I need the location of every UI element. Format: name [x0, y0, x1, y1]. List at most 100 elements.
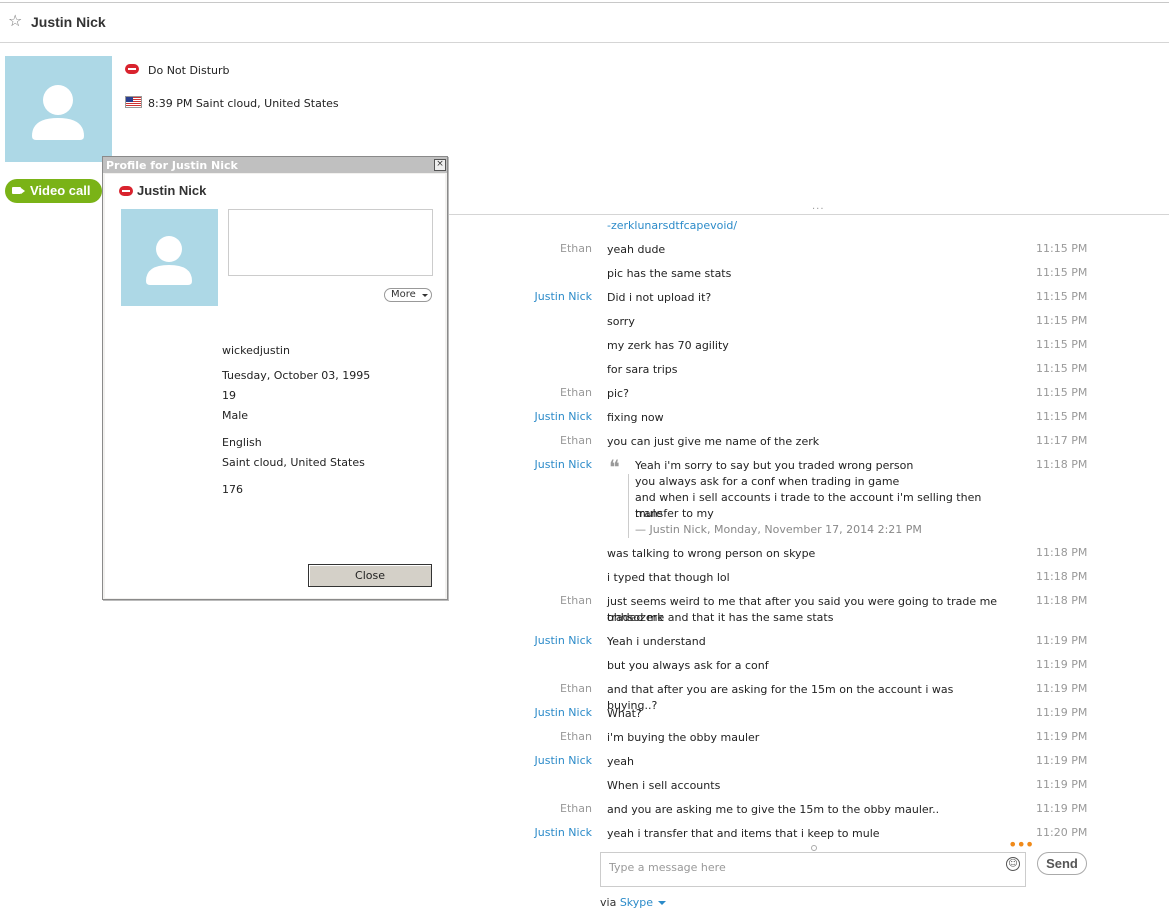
message-time: 11:19 PM [1036, 658, 1088, 671]
message-time: 11:18 PM [1036, 546, 1088, 559]
message-time: 11:20 PM [1036, 826, 1088, 839]
message-sender[interactable]: Justin Nick [535, 754, 593, 767]
contact-local-time: 8:39 PM Saint cloud, United States [148, 97, 339, 110]
profile-birthday: Tuesday, October 03, 1995 [222, 369, 371, 382]
default-avatar-icon [32, 85, 84, 140]
message-sender[interactable]: Justin Nick [535, 706, 593, 719]
message-time: 11:15 PM [1036, 410, 1088, 423]
message-text: traded me and that it has the same stats [607, 611, 834, 624]
message-time: 11:17 PM [1036, 434, 1088, 447]
message-sender[interactable]: Ethan [560, 242, 592, 255]
us-flag-icon [125, 96, 142, 108]
message-text: and you are asking me to give the 15m to… [607, 803, 940, 816]
message-text: you can just give me name of the zerk [607, 435, 820, 448]
profile-avatar [121, 209, 218, 306]
chevron-down-icon[interactable] [658, 901, 667, 905]
message-text: yeah dude [607, 243, 666, 256]
chat-message-row: Justin Nick yeah 11:19 PM [0, 754, 1169, 770]
message-time: 11:19 PM [1036, 706, 1088, 719]
quote-attribution: — Justin Nick, Monday, November 17, 2014… [635, 523, 922, 536]
message-sender[interactable]: Ethan [560, 386, 592, 399]
message-text: When i sell accounts [607, 779, 721, 792]
message-text[interactable]: -zerklunarsdtfcapevoid/ [607, 218, 1007, 234]
message-time: 11:15 PM [1036, 266, 1088, 279]
message-text: but you always ask for a conf [607, 659, 769, 672]
send-button[interactable]: Send [1037, 852, 1087, 875]
contact-avatar[interactable] [5, 56, 112, 162]
message-time: 11:18 PM [1036, 570, 1088, 583]
message-text: Did i not upload it? [607, 291, 712, 304]
message-text: yeah [607, 755, 634, 768]
mood-message-box [228, 209, 433, 276]
message-sender[interactable]: Ethan [560, 802, 592, 815]
default-avatar-icon [146, 236, 192, 285]
dialog-titlebar[interactable]: Profile for Justin Nick × [103, 157, 447, 173]
typing-indicator-icon: ••• [1008, 835, 1034, 854]
do-not-disturb-icon [125, 64, 139, 74]
contact-status: Do Not Disturb [148, 64, 230, 77]
quote-line: you always ask for a conf when trading i… [635, 475, 900, 488]
message-time: 11:15 PM [1036, 290, 1088, 303]
chevron-down-icon [422, 294, 428, 297]
message-sender[interactable]: Ethan [560, 594, 592, 607]
message-sender[interactable]: Ethan [560, 730, 592, 743]
star-outline-icon[interactable]: ☆ [8, 13, 22, 29]
video-call-button[interactable]: Video call [5, 179, 102, 203]
message-input[interactable] [607, 856, 991, 878]
message-sender[interactable]: Ethan [560, 434, 592, 447]
message-text: sorry [607, 315, 635, 328]
close-button[interactable]: Close [308, 564, 432, 587]
message-text: for sara trips [607, 363, 678, 376]
profile-contacts-count: 176 [222, 483, 243, 496]
profile-dialog: Profile for Justin Nick × Justin Nick Mo… [102, 156, 448, 600]
more-button[interactable]: More [384, 288, 432, 302]
via-service[interactable]: Skype [620, 896, 653, 909]
profile-language: English [222, 436, 262, 449]
resize-grip-icon[interactable]: ··· [812, 204, 825, 215]
message-input-box[interactable] [600, 852, 1026, 887]
quote-line: mule [635, 507, 663, 520]
message-sender[interactable]: Justin Nick [535, 826, 593, 839]
chat-message-row: Ethan and that after you are asking for t… [0, 682, 1169, 712]
message-text: fixing now [607, 411, 664, 424]
chat-message-row: Justin Nick What? 11:19 PM [0, 706, 1169, 722]
chat-message-row: When i sell accounts 11:19 PM [0, 778, 1169, 794]
quote-bar [628, 474, 629, 538]
message-text: pic has the same stats [607, 267, 732, 280]
chat-message-row: Ethan and you are asking me to give the 1… [0, 802, 1169, 818]
message-time: 11:19 PM [1036, 682, 1088, 695]
conversation-header: ☆ Justin Nick [0, 3, 1169, 43]
message-text: yeah i transfer that and items that i ke… [607, 827, 880, 840]
message-text: i typed that though lol [607, 571, 730, 584]
via-selector[interactable]: via Skype [600, 896, 667, 909]
via-label: via [600, 896, 617, 909]
message-text: What? [607, 707, 642, 720]
video-camera-icon [12, 187, 25, 194]
emoticon-icon[interactable]: ☺ [1006, 857, 1020, 871]
message-sender[interactable]: Justin Nick [535, 458, 593, 471]
message-time: 11:15 PM [1036, 362, 1088, 375]
message-sender[interactable]: Justin Nick [535, 290, 593, 303]
message-time: 11:19 PM [1036, 802, 1088, 815]
close-icon[interactable]: × [434, 159, 446, 171]
profile-name: Justin Nick [137, 183, 207, 198]
conversation-title: Justin Nick [31, 14, 106, 30]
message-text: Yeah i understand [607, 635, 706, 648]
quote-line: Yeah i'm sorry to say but you traded wro… [635, 459, 914, 472]
chat-divider [448, 214, 1169, 215]
quote-icon: ❝ [609, 455, 620, 479]
message-text: i'm buying the obby mauler [607, 731, 760, 744]
dialog-body: Justin Nick More wickedjustin Tuesday, O… [105, 174, 445, 598]
message-sender[interactable]: Justin Nick [535, 410, 593, 423]
message-text: my zerk has 70 agility [607, 339, 729, 352]
message-time: 11:15 PM [1036, 386, 1088, 399]
message-sender[interactable]: Justin Nick [535, 634, 593, 647]
message-sender[interactable]: Ethan [560, 682, 592, 695]
message-time: 11:19 PM [1036, 778, 1088, 791]
chat-message-row: Ethan i'm buying the obby mauler 11:19 PM [0, 730, 1169, 746]
message-time: 11:19 PM [1036, 730, 1088, 743]
scroll-indicator[interactable] [811, 845, 817, 851]
message-text: was talking to wrong person on skype [607, 547, 816, 560]
dialog-title: Profile for Justin Nick [106, 159, 238, 172]
chat-message-row: Justin Nick yeah i transfer that and item… [0, 826, 1169, 842]
